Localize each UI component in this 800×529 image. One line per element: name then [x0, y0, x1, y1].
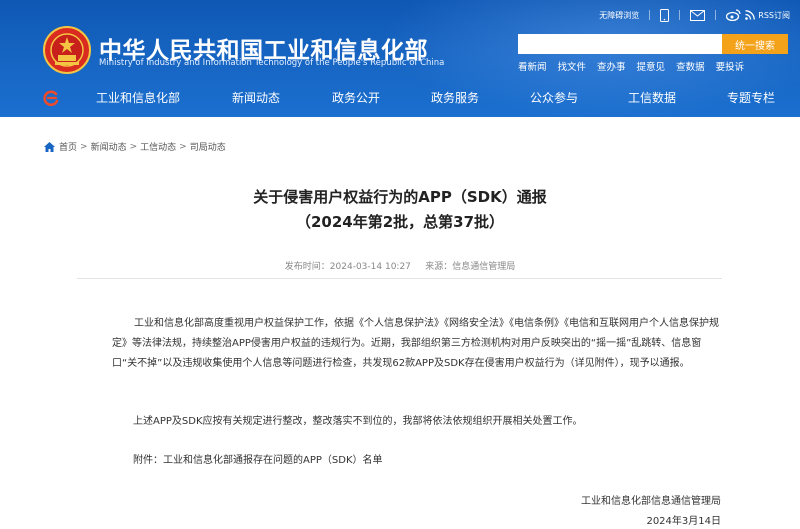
- breadcrumb-separator-icon: >: [80, 141, 88, 152]
- breadcrumb-industry-news[interactable]: 工信动态: [140, 140, 176, 153]
- tool-divider: [649, 10, 651, 20]
- tool-divider: [715, 10, 717, 20]
- nav-item-gov-info[interactable]: 政务公开: [332, 89, 380, 106]
- quick-link-complaint[interactable]: 要投诉: [716, 59, 745, 73]
- weibo-icon[interactable]: [726, 9, 741, 21]
- search-button[interactable]: 统一搜索: [722, 34, 788, 54]
- nav-item-special[interactable]: 专题专栏: [727, 89, 775, 106]
- rss-link[interactable]: RSS订阅: [745, 10, 790, 21]
- quick-link-news[interactable]: 看新闻: [518, 59, 547, 73]
- article-title-line2: （2024年第2批，总第37批）: [295, 213, 505, 231]
- home-icon[interactable]: [44, 141, 55, 152]
- nav-item-gov-services[interactable]: 政务服务: [431, 89, 479, 106]
- article-meta: 发布时间：2024-03-14 10:27 来源：信息通信管理局: [284, 262, 516, 272]
- top-tools: 无障碍浏览 RSS订阅: [589, 8, 790, 22]
- nav-item-news[interactable]: 新闻动态: [232, 89, 280, 106]
- mobile-icon[interactable]: [660, 8, 670, 22]
- accessible-label: 无障碍浏览: [599, 10, 640, 20]
- quick-link-services[interactable]: 查办事: [597, 59, 626, 73]
- article-paragraph-1: 工业和信息化部高度重视用户权益保护工作，依据《个人信息保护法》《网络安全法》《电…: [112, 314, 724, 374]
- main-nav: 工业和信息化部 新闻动态 政务公开 政务服务 公众参与 工信数据 专题专栏: [0, 78, 800, 117]
- signature-org: 工业和信息化部信息通信管理局: [581, 496, 721, 507]
- article-paragraph-1-text: 工业和信息化部高度重视用户权益保护工作，依据《个人信息保护法》《网络安全法》《电…: [112, 318, 719, 369]
- breadcrumb-news[interactable]: 新闻动态: [91, 140, 127, 153]
- quick-link-data[interactable]: 查数据: [676, 59, 705, 73]
- site-header: 中华人民共和国工业和信息化部 Ministry of Industry and …: [0, 0, 800, 117]
- nav-item-participation[interactable]: 公众参与: [530, 89, 578, 106]
- meta-divider: [77, 278, 722, 279]
- rss-label: RSS订阅: [758, 10, 790, 20]
- quick-link-feedback[interactable]: 提意见: [637, 59, 666, 73]
- nav-item-data[interactable]: 工信数据: [628, 89, 676, 106]
- quick-links: 看新闻 找文件 查办事 提意见 查数据 要投诉: [518, 59, 755, 73]
- quick-link-files[interactable]: 找文件: [558, 59, 587, 73]
- email-icon[interactable]: [690, 9, 706, 21]
- breadcrumb-department-news[interactable]: 司局动态: [190, 140, 226, 153]
- breadcrumb: 首页 > 新闻动态 > 工信动态 > 司局动态: [44, 140, 226, 153]
- home-logo-icon[interactable]: [42, 88, 62, 108]
- tool-divider: [679, 10, 681, 20]
- article-attachment[interactable]: 附件：工业和信息化部通报存在问题的APP（SDK）名单: [133, 451, 745, 471]
- accessible-link[interactable]: 无障碍浏览: [599, 10, 639, 21]
- breadcrumb-separator-icon: >: [179, 141, 187, 152]
- national-emblem-icon: [43, 26, 91, 74]
- breadcrumb-home[interactable]: 首页: [59, 140, 77, 153]
- nav-item-ministry[interactable]: 工业和信息化部: [96, 89, 180, 106]
- article-paragraph-2: 上述APP及SDK应按有关规定进行整改，整改落实不到位的，我部将依法依规组织开展…: [133, 416, 583, 427]
- search-input[interactable]: [518, 34, 722, 54]
- signature-date: 2024年3月14日: [646, 516, 721, 527]
- site-subtitle: Ministry of Industry and Information Tec…: [99, 58, 445, 68]
- breadcrumb-separator-icon: >: [129, 141, 138, 152]
- rss-icon: [745, 10, 756, 20]
- article-title-line1: 关于侵害用户权益行为的APP（SDK）通报: [253, 188, 547, 206]
